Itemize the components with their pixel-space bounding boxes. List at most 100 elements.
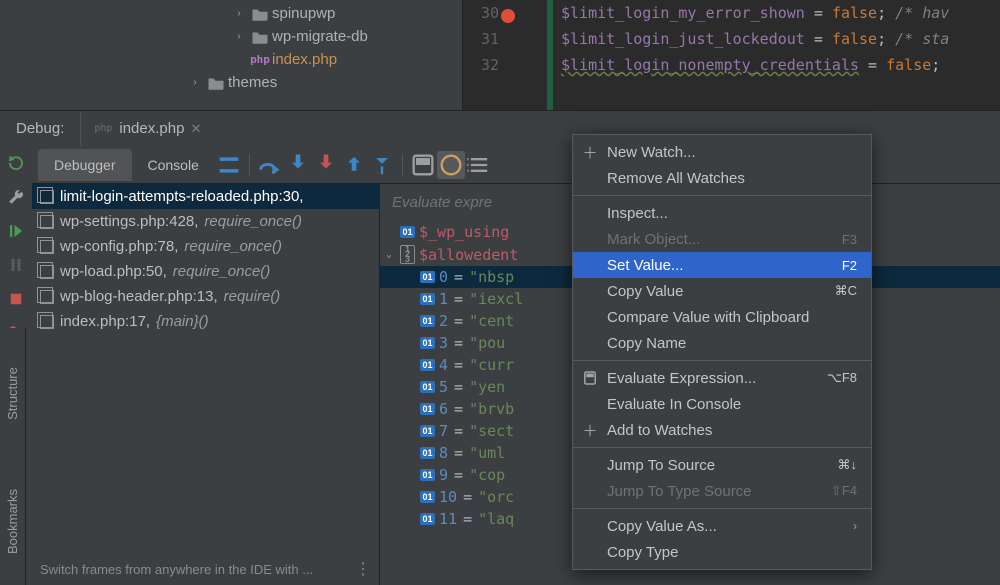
- expand-arrow-icon[interactable]: ›: [232, 30, 246, 44]
- debug-tab-title: index.php: [119, 120, 184, 137]
- menu-item[interactable]: Jump To Source⌘↓: [573, 452, 871, 478]
- array-badge-icon: 123: [400, 245, 415, 264]
- tree-item[interactable]: › themes: [0, 71, 462, 94]
- code-text: $limit_login_nonempty_credentials = fals…: [551, 56, 940, 74]
- line-number[interactable]: 31: [463, 30, 517, 48]
- pause-icon[interactable]: [7, 256, 25, 274]
- tab-debugger[interactable]: Debugger: [38, 149, 132, 181]
- context-menu[interactable]: ＋New Watch... Remove All Watches Inspect..…: [572, 134, 872, 570]
- menu-separator: [573, 195, 871, 196]
- menu-item[interactable]: Copy Name: [573, 330, 871, 356]
- evaluate-expression-icon[interactable]: [409, 151, 437, 179]
- menu-item[interactable]: Evaluate Expression...⌥F8: [573, 365, 871, 391]
- value-badge-icon: 01: [420, 271, 435, 283]
- variable-value: "sect: [469, 422, 514, 440]
- value-badge-icon: 01: [420, 337, 435, 349]
- tab-console[interactable]: Console: [132, 149, 215, 181]
- rail-label: Structure: [5, 367, 20, 420]
- code-editor[interactable]: 30$limit_login_my_error_shown = false; /…: [462, 0, 1000, 110]
- tree-item[interactable]: ›wp-migrate-db: [0, 25, 462, 48]
- value-badge-icon: 01: [420, 403, 435, 415]
- rerun-icon[interactable]: [7, 154, 25, 172]
- calculator-icon: [581, 369, 599, 387]
- expand-arrow-icon[interactable]: ›: [232, 7, 246, 21]
- menu-item[interactable]: Remove All Watches: [573, 165, 871, 191]
- tool-rail-bookmarks[interactable]: Bookmarks: [0, 458, 26, 585]
- code-line[interactable]: 30$limit_login_my_error_shown = false; /…: [463, 0, 1000, 26]
- show-watches-icon[interactable]: [465, 151, 493, 179]
- stack-frame-icon: [40, 190, 54, 204]
- value-badge-icon: 01: [420, 315, 435, 327]
- value-badge-icon: 01: [420, 491, 435, 503]
- breakpoint-icon[interactable]: [501, 9, 515, 23]
- variable-value: "yen: [469, 378, 505, 396]
- frames-hint: Switch frames from anywhere in the IDE w…: [40, 559, 371, 579]
- wrench-icon[interactable]: [7, 188, 25, 206]
- value-badge-icon: 01: [420, 513, 435, 525]
- php-file-icon: php: [248, 53, 272, 66]
- tree-item[interactable]: › spinupwp: [0, 2, 462, 25]
- close-icon[interactable]: ✕: [190, 121, 201, 137]
- debug-tab[interactable]: php index.php ✕: [80, 111, 213, 146]
- force-step-into-icon[interactable]: [312, 151, 340, 179]
- menu-item[interactable]: Copy Value As...›: [573, 513, 871, 539]
- project-tree[interactable]: › spinupwp ›wp-migrate-dbphpindex.php › them…: [0, 0, 462, 110]
- editor-active-line-gutter: [547, 0, 553, 110]
- value-badge-icon: 01: [420, 381, 435, 393]
- run-to-cursor-icon[interactable]: [368, 151, 396, 179]
- stack-frame[interactable]: limit-login-attempts-reloaded.php:30,: [32, 184, 379, 209]
- menu-item[interactable]: ＋New Watch...: [573, 139, 871, 165]
- variable-value: "curr: [469, 356, 514, 374]
- tree-item-label: themes: [228, 74, 277, 91]
- expand-twisty-icon[interactable]: ⌄: [382, 249, 396, 260]
- variable-index: 11: [439, 510, 457, 528]
- tool-rail-structure[interactable]: Structure: [0, 328, 26, 458]
- tree-item-label: spinupwp: [272, 5, 335, 22]
- step-out-icon[interactable]: [340, 151, 368, 179]
- folder-icon: [248, 30, 272, 44]
- variable-value: "iexcl: [469, 290, 523, 308]
- line-number[interactable]: 32: [463, 56, 517, 74]
- frame-location: limit-login-attempts-reloaded.php:30,: [60, 188, 303, 205]
- trace-current-icon[interactable]: [437, 151, 465, 179]
- menu-item[interactable]: Copy Type: [573, 539, 871, 565]
- variable-value: "brvb: [469, 400, 514, 418]
- expand-arrow-icon[interactable]: [232, 53, 246, 67]
- variable-index: 7: [439, 422, 448, 440]
- menu-item[interactable]: Set Value...F2: [573, 252, 871, 278]
- variable-value: "pou: [469, 334, 505, 352]
- menu-item-label: Remove All Watches: [607, 170, 745, 187]
- code-line[interactable]: 32 $limit_login_nonempty_credentials = fa…: [463, 52, 1000, 78]
- value-badge-icon: 01: [420, 359, 435, 371]
- menu-item[interactable]: Compare Value with Clipboard: [573, 304, 871, 330]
- menu-item[interactable]: Evaluate In Console: [573, 391, 871, 417]
- menu-item[interactable]: Inspect...: [573, 200, 871, 226]
- separator: [249, 154, 250, 176]
- resume-icon[interactable]: [7, 222, 25, 240]
- step-into-icon[interactable]: [284, 151, 312, 179]
- menu-item-label: Copy Value As...: [607, 518, 717, 535]
- more-icon[interactable]: ⋮: [355, 559, 371, 579]
- stack-frame[interactable]: index.php:17, {main}(): [32, 309, 379, 334]
- line-number[interactable]: 30: [463, 4, 517, 22]
- plus-icon: ＋: [581, 421, 599, 439]
- expand-arrow-icon[interactable]: ›: [188, 76, 202, 90]
- stack-frame[interactable]: wp-blog-header.php:13, require(): [32, 284, 379, 309]
- stack-frame[interactable]: wp-settings.php:428, require_once(): [32, 209, 379, 234]
- stack-frame[interactable]: wp-load.php:50, require_once(): [32, 259, 379, 284]
- frame-location: wp-blog-header.php:13,: [60, 288, 218, 305]
- stack-frame[interactable]: wp-config.php:78, require_once(): [32, 234, 379, 259]
- step-over-icon[interactable]: [256, 151, 284, 179]
- code-line[interactable]: 31$limit_login_just_lockedout = false; /…: [463, 26, 1000, 52]
- top-strip: › spinupwp ›wp-migrate-dbphpindex.php › them…: [0, 0, 1000, 110]
- stop-icon[interactable]: [7, 290, 25, 308]
- frames-panel[interactable]: limit-login-attempts-reloaded.php:30, wp-…: [32, 184, 380, 585]
- frame-location: index.php:17,: [60, 313, 150, 330]
- menu-item[interactable]: Copy Value⌘C: [573, 278, 871, 304]
- tree-item[interactable]: phpindex.php: [0, 48, 462, 71]
- menu-item-label: Copy Type: [607, 544, 678, 561]
- threads-icon[interactable]: [215, 151, 243, 179]
- menu-item-label: Mark Object...: [607, 231, 700, 248]
- variable-value: "nbsp: [469, 268, 514, 286]
- menu-item[interactable]: ＋Add to Watches: [573, 417, 871, 443]
